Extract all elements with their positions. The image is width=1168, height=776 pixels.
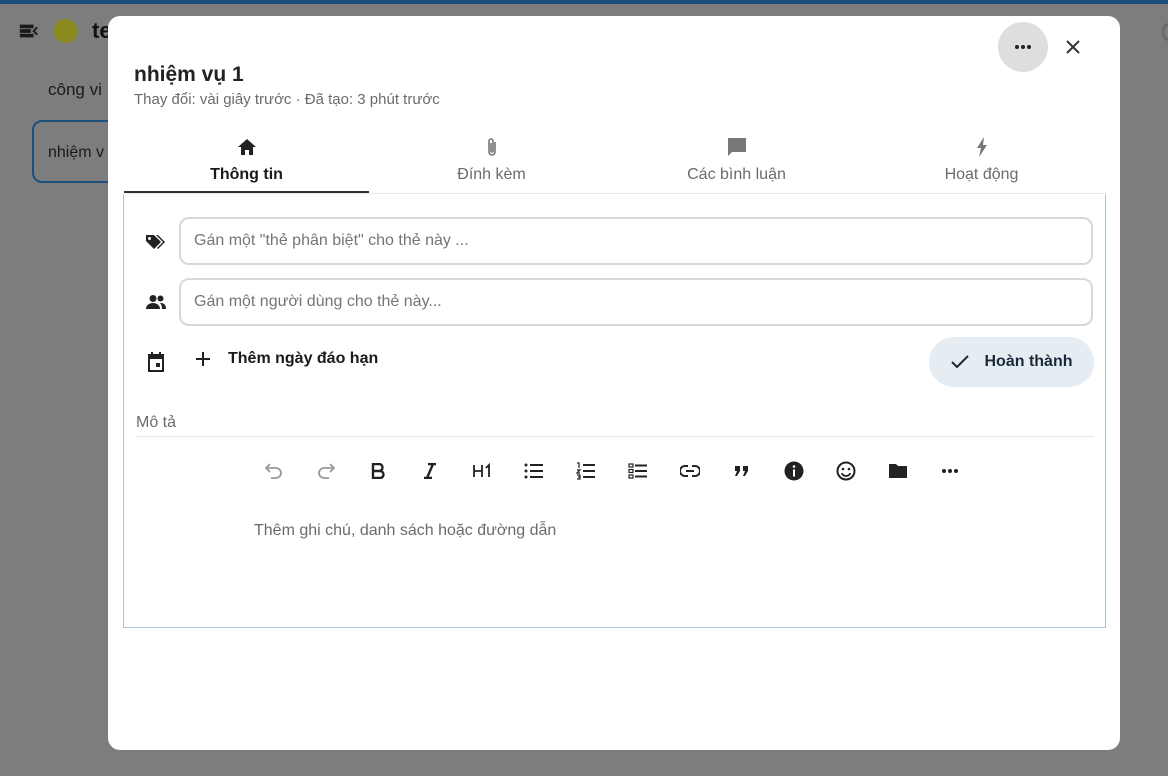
complete-label: Hoàn thành (984, 353, 1073, 370)
heading-1-icon (473, 463, 490, 477)
lightning-icon (976, 137, 987, 157)
add-due-date-label: Thêm ngày đáo hạn (228, 350, 379, 367)
redo-button[interactable] (300, 456, 352, 486)
background-header: te (18, 18, 112, 44)
bold-button[interactable] (352, 456, 404, 486)
tab-bar: Thông tin Đính kèm Các bình luận Hoạt độ… (124, 128, 1104, 194)
link-icon (680, 465, 700, 477)
editor-toolbar (248, 456, 976, 486)
toolbar-more-button[interactable] (924, 456, 976, 486)
description-label: Mô tả (136, 414, 177, 431)
tab-activity[interactable]: Hoạt động (859, 128, 1104, 193)
callout-button[interactable] (768, 456, 820, 486)
stack-title: công vi (48, 80, 102, 99)
bullet-list-icon (524, 463, 543, 479)
tags-icon (144, 230, 168, 254)
card-title[interactable]: nhiệm vụ 1 (134, 63, 244, 87)
link-button[interactable] (664, 456, 716, 486)
task-list-icon (628, 463, 647, 479)
more-horizontal-icon (1015, 45, 1031, 49)
emoji-button[interactable] (820, 456, 872, 486)
tab-info-label: Thông tin (210, 166, 283, 183)
redo-icon (318, 463, 335, 479)
home-icon (237, 139, 256, 155)
tab-activity-label: Hoạt động (944, 166, 1019, 183)
italic-button[interactable] (404, 456, 456, 486)
assign-user-input[interactable] (179, 278, 1093, 326)
emoji-icon (836, 461, 856, 481)
task-list-button[interactable] (612, 456, 664, 486)
close-icon (1066, 40, 1080, 54)
insert-file-button[interactable] (872, 456, 924, 486)
info-panel: Thêm ngày đáo hạn Hoàn thành Mô tả Thêm … (123, 194, 1106, 628)
comment-icon (727, 138, 746, 156)
undo-button[interactable] (248, 456, 300, 486)
tab-attachments-label: Đính kèm (457, 166, 526, 183)
tab-comments-label: Các bình luận (687, 166, 786, 183)
description-editor[interactable]: Thêm ghi chú, danh sách hoặc đường dẫn (254, 522, 556, 540)
tab-info[interactable]: Thông tin (124, 128, 369, 193)
complete-button[interactable]: Hoàn thành (929, 337, 1094, 387)
board-color-dot (54, 19, 78, 43)
tab-comments[interactable]: Các bình luận (614, 128, 859, 193)
italic-icon (424, 463, 436, 479)
numbered-list-button[interactable] (560, 456, 612, 486)
card-details-modal: nhiệm vụ 1 Thay đổi: vài giây trước · Đã… (108, 16, 1120, 750)
menu-collapse-icon (19, 24, 38, 38)
card-subtitle: Thay đổi: vài giây trước · Đã tạo: 3 phú… (134, 91, 440, 108)
tags-input[interactable] (179, 217, 1093, 265)
bullet-list-button[interactable] (508, 456, 560, 486)
more-actions-button[interactable] (998, 22, 1048, 72)
paperclip-icon (487, 138, 496, 156)
more-horizontal-icon (942, 469, 958, 473)
folder-icon (889, 464, 907, 478)
undo-icon (265, 463, 282, 479)
numbered-list-icon (576, 462, 595, 480)
bold-icon (371, 463, 385, 479)
info-icon (784, 461, 804, 481)
checkmark-icon (950, 355, 969, 369)
heading-1-button[interactable] (456, 456, 508, 486)
plus-icon (196, 352, 210, 366)
tab-attachments[interactable]: Đính kèm (369, 128, 614, 193)
users-icon (144, 290, 168, 314)
add-due-date-button[interactable]: Thêm ngày đáo hạn (196, 350, 378, 368)
description-divider (136, 436, 1094, 437)
close-button[interactable] (1058, 34, 1088, 60)
calendar-icon (144, 350, 168, 374)
quote-icon (735, 466, 748, 476)
blockquote-button[interactable] (716, 456, 768, 486)
